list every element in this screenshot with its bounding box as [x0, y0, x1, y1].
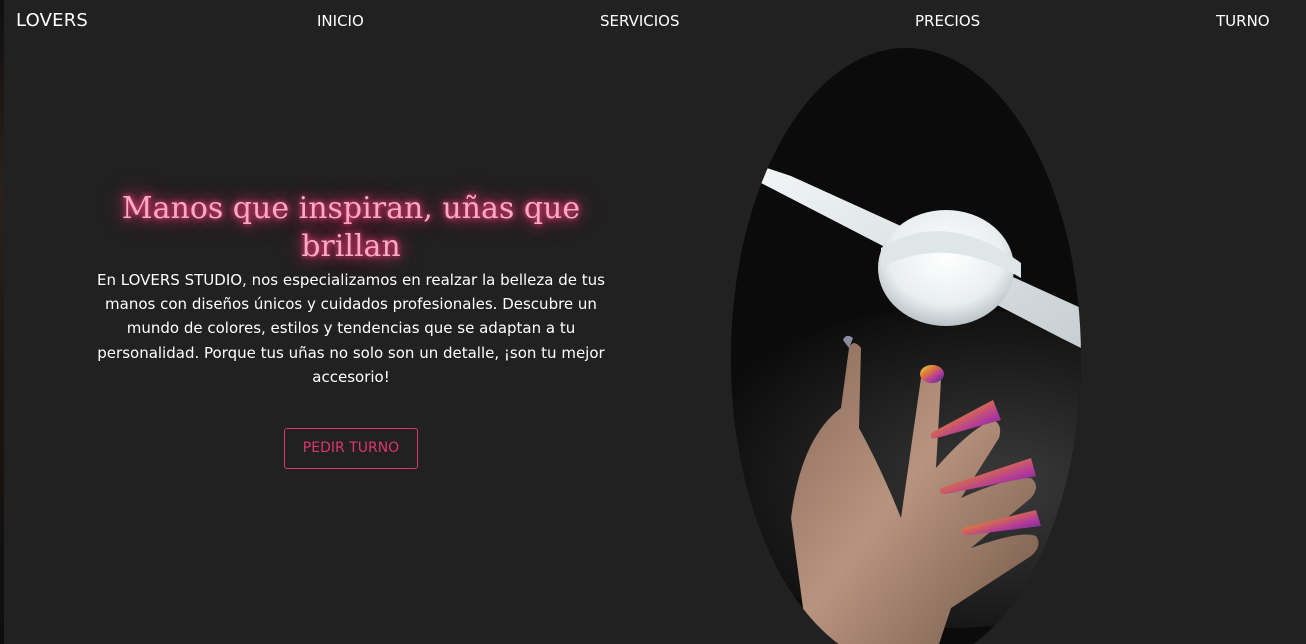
- pedir-turno-button[interactable]: PEDIR TURNO: [284, 428, 418, 469]
- hero-title: Manos que inspiran, uñas que brillan: [121, 191, 581, 264]
- nav-link-turno[interactable]: TURNO: [1216, 12, 1270, 30]
- nav-link-precios[interactable]: PRECIOS: [915, 12, 980, 30]
- site-logo[interactable]: LOVERS: [16, 10, 88, 31]
- hero-section: Manos que inspiran, uñas que brillan En …: [96, 190, 606, 389]
- hero-image-oval: [731, 48, 1081, 644]
- hero-image: [731, 48, 1081, 644]
- nav-link-servicios[interactable]: SERVICIOS: [600, 12, 680, 30]
- nav-link-inicio[interactable]: INICIO: [317, 12, 364, 30]
- hero-description: En LOVERS STUDIO, nos especializamos en …: [97, 271, 605, 386]
- top-navbar: LOVERS INICIO SERVICIOS PRECIOS TURNO: [4, 0, 1306, 44]
- page-edge: [0, 0, 4, 644]
- manicured-hand-photo-icon: [731, 48, 1081, 644]
